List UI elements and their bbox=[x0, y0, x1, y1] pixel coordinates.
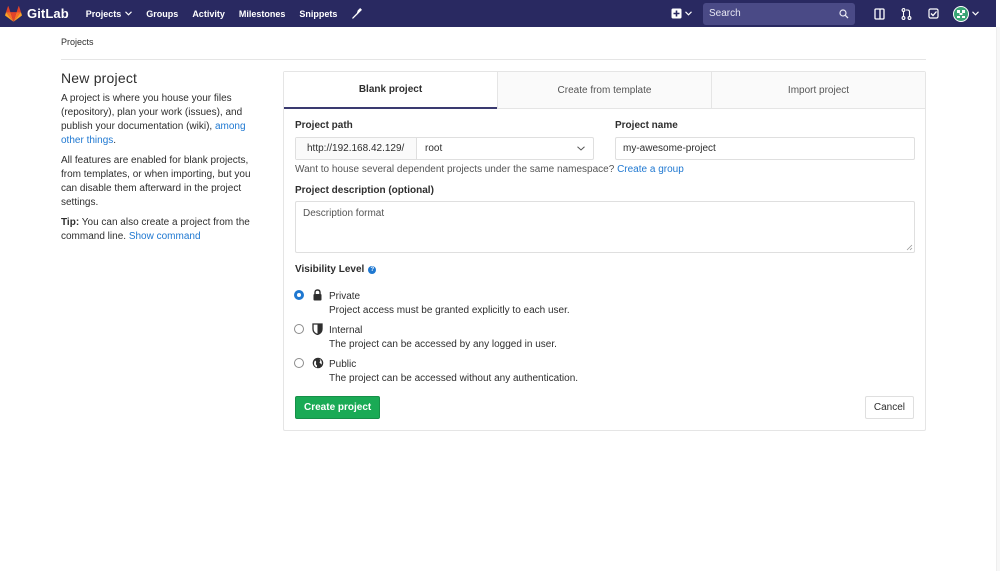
private-title: Private bbox=[329, 291, 361, 302]
todos-panel-button[interactable] bbox=[866, 0, 893, 27]
search-input[interactable]: Search bbox=[703, 2, 855, 25]
project-path-label: Project path bbox=[295, 120, 353, 131]
public-title: Public bbox=[329, 359, 357, 370]
merge-requests-button[interactable] bbox=[893, 0, 920, 27]
project-path-group: http://192.168.42.129/ root bbox=[295, 137, 594, 160]
project-name-label: Project name bbox=[615, 120, 678, 131]
group-help-text: Want to house several dependent projects… bbox=[295, 164, 684, 175]
group-help-label: Want to house several dependent projects… bbox=[295, 164, 618, 175]
namespace-select[interactable]: root bbox=[417, 138, 593, 159]
merge-request-icon bbox=[901, 7, 912, 20]
tip-label: Tip: bbox=[61, 217, 80, 228]
public-radio[interactable] bbox=[294, 358, 304, 368]
shield-icon bbox=[312, 323, 323, 335]
nav-projects[interactable]: Projects bbox=[86, 9, 133, 19]
resize-handle-icon[interactable] bbox=[906, 244, 913, 251]
tab-create-from-template[interactable]: Create from template bbox=[497, 72, 711, 108]
globe-icon bbox=[312, 357, 324, 369]
intro-column: New project A project is where you house… bbox=[61, 70, 259, 250]
visibility-label: Visibility Level bbox=[295, 264, 365, 275]
project-path-prefix: http://192.168.42.129/ bbox=[296, 138, 417, 159]
search-icon bbox=[839, 8, 849, 18]
identicon-icon bbox=[954, 6, 968, 21]
internal-radio[interactable] bbox=[294, 324, 304, 334]
public-description: The project can be accessed without any … bbox=[329, 373, 579, 384]
breadcrumb[interactable]: Projects bbox=[61, 37, 94, 47]
nav-activity[interactable]: Activity bbox=[192, 9, 225, 19]
chevron-down-icon bbox=[685, 11, 692, 16]
checkbox-icon bbox=[928, 8, 939, 19]
nav-projects-label: Projects bbox=[85, 8, 122, 19]
admin-area-link[interactable] bbox=[351, 8, 363, 19]
nav-milestones[interactable]: Milestones bbox=[239, 9, 286, 19]
create-project-button[interactable]: Create project bbox=[295, 396, 381, 419]
description-textarea[interactable]: Description format bbox=[295, 201, 915, 253]
tab-blank-project[interactable]: Blank project bbox=[284, 72, 497, 109]
brand[interactable]: GitLab bbox=[5, 5, 69, 22]
intro-end: . bbox=[113, 135, 117, 146]
private-description: Project access must be granted explicitl… bbox=[329, 305, 570, 316]
new-project-panel: Blank project Create from template Impor… bbox=[283, 71, 926, 431]
nav-right: Search bbox=[671, 0, 996, 27]
namespace-value: root bbox=[425, 143, 443, 154]
gitlab-logo-icon bbox=[5, 5, 22, 22]
search-placeholder: Search bbox=[709, 8, 741, 19]
user-menu[interactable] bbox=[953, 5, 979, 22]
features-paragraph: All features are enabled for blank proje… bbox=[61, 155, 251, 208]
page-title: New project bbox=[61, 70, 138, 86]
project-tabs: Blank project Create from template Impor… bbox=[284, 72, 925, 109]
breadcrumb-divider bbox=[61, 59, 926, 60]
show-command-link[interactable]: Show command bbox=[129, 231, 201, 242]
chevron-down-icon bbox=[577, 146, 585, 151]
description-placeholder: Description format bbox=[303, 208, 385, 219]
project-name-input[interactable]: my-awesome-project bbox=[615, 137, 915, 160]
question-icon[interactable]: ? bbox=[368, 265, 377, 274]
internal-title: Internal bbox=[329, 325, 363, 336]
todos-button[interactable] bbox=[920, 0, 947, 27]
panel-icon bbox=[874, 7, 885, 20]
visibility-heading: Visibility Level ? bbox=[295, 264, 377, 275]
plus-square-icon bbox=[671, 8, 682, 19]
avatar bbox=[953, 5, 969, 22]
top-navbar: GitLab Projects Groups Activity Mileston… bbox=[0, 0, 996, 27]
new-dropdown-button[interactable] bbox=[671, 8, 692, 19]
description-label: Project description (optional) bbox=[295, 185, 434, 196]
create-group-link[interactable]: Create a group bbox=[617, 164, 684, 175]
private-radio[interactable] bbox=[294, 290, 304, 300]
cancel-button[interactable]: Cancel bbox=[864, 396, 914, 419]
internal-description: The project can be accessed by any logge… bbox=[329, 339, 557, 350]
nav-links: Projects Groups Activity Milestones Snip… bbox=[86, 8, 377, 19]
tab-import-project[interactable]: Import project bbox=[711, 72, 925, 108]
wrench-icon bbox=[352, 8, 363, 19]
lock-icon bbox=[313, 289, 322, 301]
page-scrollbar[interactable] bbox=[996, 27, 1000, 571]
chevron-down-icon bbox=[972, 11, 979, 16]
chevron-down-icon bbox=[125, 11, 133, 16]
brand-name: GitLab bbox=[27, 6, 69, 21]
nav-snippets[interactable]: Snippets bbox=[299, 9, 337, 19]
nav-groups[interactable]: Groups bbox=[146, 9, 178, 19]
intro-paragraph: A project is where you house your files … bbox=[61, 92, 259, 148]
tip-paragraph: Tip: You can also create a project from … bbox=[61, 216, 259, 244]
